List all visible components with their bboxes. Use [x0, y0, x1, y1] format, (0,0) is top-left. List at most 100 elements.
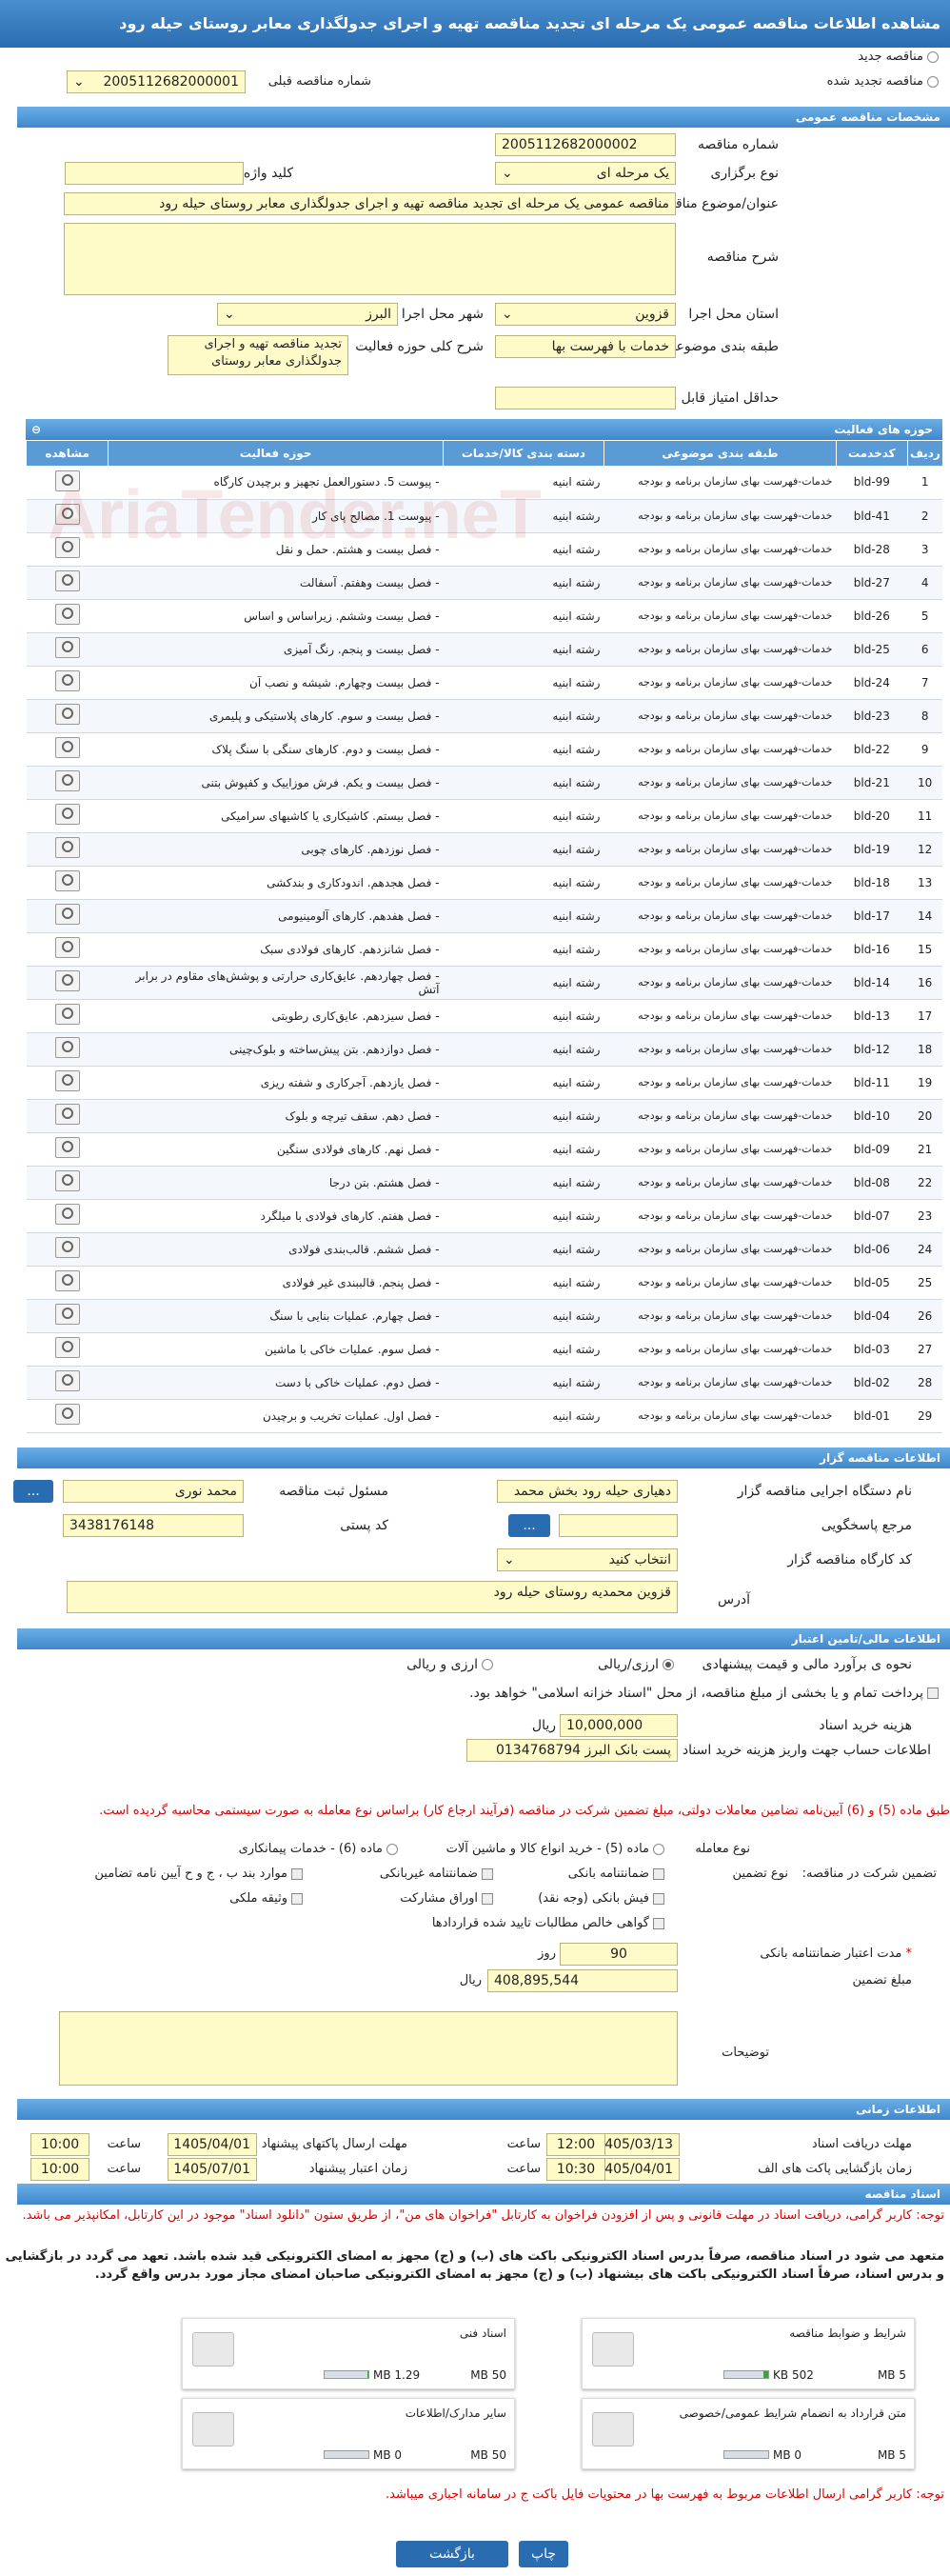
deal-option-2[interactable]: ماده (6) - خدمات پیمانکاری [239, 1842, 398, 1856]
collapse-icon[interactable]: ⊖ [31, 419, 41, 440]
magnifier-icon[interactable] [54, 604, 80, 625]
g2-checkbox[interactable] [482, 1867, 493, 1880]
account-select[interactable]: پست بانک البرز 0134768794 [466, 1739, 678, 1762]
city-value: البرز [366, 307, 391, 322]
magnifier-icon[interactable] [54, 1304, 80, 1325]
renewed-tender-option[interactable]: مناقصه تجدید شده [827, 74, 939, 89]
eval-option-1[interactable]: ارزی/ریالی [598, 1657, 674, 1672]
province-select[interactable]: قزوین ⌄ [495, 303, 676, 326]
deal-radio-2[interactable] [386, 1843, 398, 1855]
magnifier-icon[interactable] [54, 1170, 80, 1191]
magnifier-icon[interactable] [54, 1204, 80, 1225]
service-code: bld-28 [836, 532, 908, 567]
magnifier-icon[interactable] [54, 804, 80, 825]
activity-cell: - فصل سیزدهم. عایق‌کاری رطوبتی [108, 999, 444, 1033]
magnifier-icon[interactable] [54, 570, 80, 591]
file-card-max: 5 MB [877, 2368, 906, 2382]
goods-category-cell: رشته ابنیه [443, 1166, 604, 1200]
magnifier-icon[interactable] [54, 1104, 80, 1125]
file-card[interactable]: متن قرارداد به انضمام شرایط عمومی/خصوصی 5… [582, 2398, 915, 2469]
table-row: 23 bld-07 خدمات-فهرست بهای سازمان برنامه و… [26, 1199, 942, 1233]
goods-category-cell: رشته ابنیه [443, 699, 604, 733]
magnifier-icon[interactable] [54, 1270, 80, 1291]
g7-checkbox[interactable] [653, 1917, 664, 1929]
g4-option[interactable]: فیش بانکی (وجه نقد) [538, 1891, 664, 1906]
g3-checkbox[interactable] [291, 1867, 303, 1880]
magnifier-icon[interactable] [54, 837, 80, 858]
notes-field[interactable] [59, 2011, 678, 2086]
back-button[interactable]: بازگشت [396, 2541, 508, 2567]
submit-time-label: ساعت [107, 2137, 141, 2151]
file-card[interactable]: اسناد فنی 50 MB 1.29 MB [182, 2318, 515, 2389]
magnifier-icon[interactable] [54, 1237, 80, 1258]
new-tender-radio[interactable] [927, 50, 939, 63]
prev-number-select[interactable]: 2005112682000001 ⌄ [67, 70, 246, 93]
magnifier-icon[interactable] [54, 1404, 80, 1425]
new-tender-option[interactable]: مناقصه جدید [858, 50, 939, 64]
category-cell: خدمات-فهرست بهای سازمان برنامه و بودجه [604, 1332, 837, 1367]
doc-cost-unit: ریال [531, 1718, 556, 1733]
payment-checkbox[interactable] [927, 1687, 939, 1699]
keyword-field[interactable] [65, 162, 244, 185]
g3-option[interactable]: موارد بند ب ، ج و ح آیین نامه تضامین [94, 1867, 303, 1881]
eval-radio-1[interactable] [663, 1659, 674, 1670]
g7-option[interactable]: گواهی خالص مطالبات تایید شده قراردادها [432, 1916, 664, 1930]
table-row: 14 bld-17 خدمات-فهرست بهای سازمان برنامه و… [26, 899, 942, 933]
account-label: اطلاعات حساب جهت واریز هزینه خرید اسناد [682, 1743, 931, 1758]
magnifier-icon[interactable] [54, 637, 80, 658]
org-lookup-button[interactable]: ... [13, 1480, 53, 1503]
eval-radio-2[interactable] [482, 1659, 493, 1670]
validity-date: 1405/07/01 [168, 2158, 257, 2181]
file-card[interactable]: سایر مدارک/اطلاعات 50 MB 0 MB [182, 2398, 515, 2469]
magnifier-icon[interactable] [54, 970, 80, 991]
magnifier-icon[interactable] [54, 737, 80, 758]
activity-cell: - فصل شانزدهم. کارهای فولادی سبک [108, 932, 444, 967]
deal-option-1[interactable]: ماده (5) - خرید انواع کالا و ماشین آلات [446, 1842, 664, 1856]
magnifier-icon[interactable] [54, 1337, 80, 1358]
g1-option[interactable]: ضمانتنامه بانکی [568, 1867, 664, 1881]
workshop-select[interactable]: انتخاب کنید ⌄ [497, 1548, 678, 1571]
magnifier-icon[interactable] [54, 770, 80, 791]
row-number: 8 [907, 699, 942, 733]
magnifier-icon[interactable] [54, 904, 80, 925]
eval-option-2[interactable]: ارزی و ریالی [406, 1657, 493, 1672]
g5-option[interactable]: اوراق مشارکت [400, 1891, 493, 1906]
city-select[interactable]: البرز ⌄ [217, 303, 398, 326]
magnifier-icon[interactable] [54, 870, 80, 891]
magnifier-icon[interactable] [54, 1137, 80, 1158]
g6-checkbox[interactable] [291, 1892, 303, 1905]
g6-option[interactable]: وثیقه ملکی [229, 1891, 303, 1906]
print-button[interactable]: چاپ [519, 2541, 568, 2567]
doc-receive-label: مهلت دریافت اسناد [811, 2137, 912, 2151]
column-header: کدخدمت [835, 441, 908, 466]
deal-radio-1[interactable] [653, 1843, 664, 1855]
renewed-tender-radio[interactable] [927, 75, 939, 88]
magnifier-icon[interactable] [54, 1370, 80, 1391]
guarantee-warning: طبق ماده (5) و (6) آیین‌نامه تضامین معام… [99, 1804, 950, 1818]
payment-option[interactable]: پرداخت تمام و یا بخشی از مبلغ مناقصه، از… [469, 1686, 939, 1701]
magnifier-icon[interactable] [54, 670, 80, 691]
category-cell: خدمات-فهرست بهای سازمان برنامه و بودجه [604, 866, 837, 900]
category-cell: خدمات-فهرست بهای سازمان برنامه و بودجه [604, 899, 837, 933]
doc-cost-label: هزینه خرید اسناد [819, 1718, 912, 1733]
file-card[interactable]: شرایط و ضوابط مناقصه 5 MB 502 KB [582, 2318, 915, 2389]
ref-lookup-button[interactable]: ... [508, 1514, 550, 1537]
g5-checkbox[interactable] [482, 1892, 493, 1905]
open-time: 10:30 [546, 2158, 605, 2181]
activity-list[interactable]: تجدید مناقصه تهیه و اجرای جدولگذاری معاب… [168, 335, 348, 375]
magnifier-icon[interactable] [54, 704, 80, 725]
magnifier-icon[interactable] [54, 504, 80, 525]
magnifier-icon[interactable] [54, 469, 80, 491]
magnifier-icon[interactable] [54, 1070, 80, 1091]
type-select[interactable]: یک مرحله ای ⌄ [495, 162, 676, 185]
g1-checkbox[interactable] [653, 1867, 664, 1880]
magnifier-icon[interactable] [54, 537, 80, 558]
view-cell [26, 499, 109, 533]
magnifier-icon[interactable] [54, 937, 80, 958]
magnifier-icon[interactable] [54, 1004, 80, 1025]
magnifier-icon[interactable] [54, 1037, 80, 1058]
row-number: 22 [907, 1166, 942, 1200]
g2-option[interactable]: ضمانتنامه غیربانکی [380, 1867, 493, 1881]
g4-checkbox[interactable] [653, 1892, 664, 1905]
description-field[interactable] [64, 223, 676, 295]
